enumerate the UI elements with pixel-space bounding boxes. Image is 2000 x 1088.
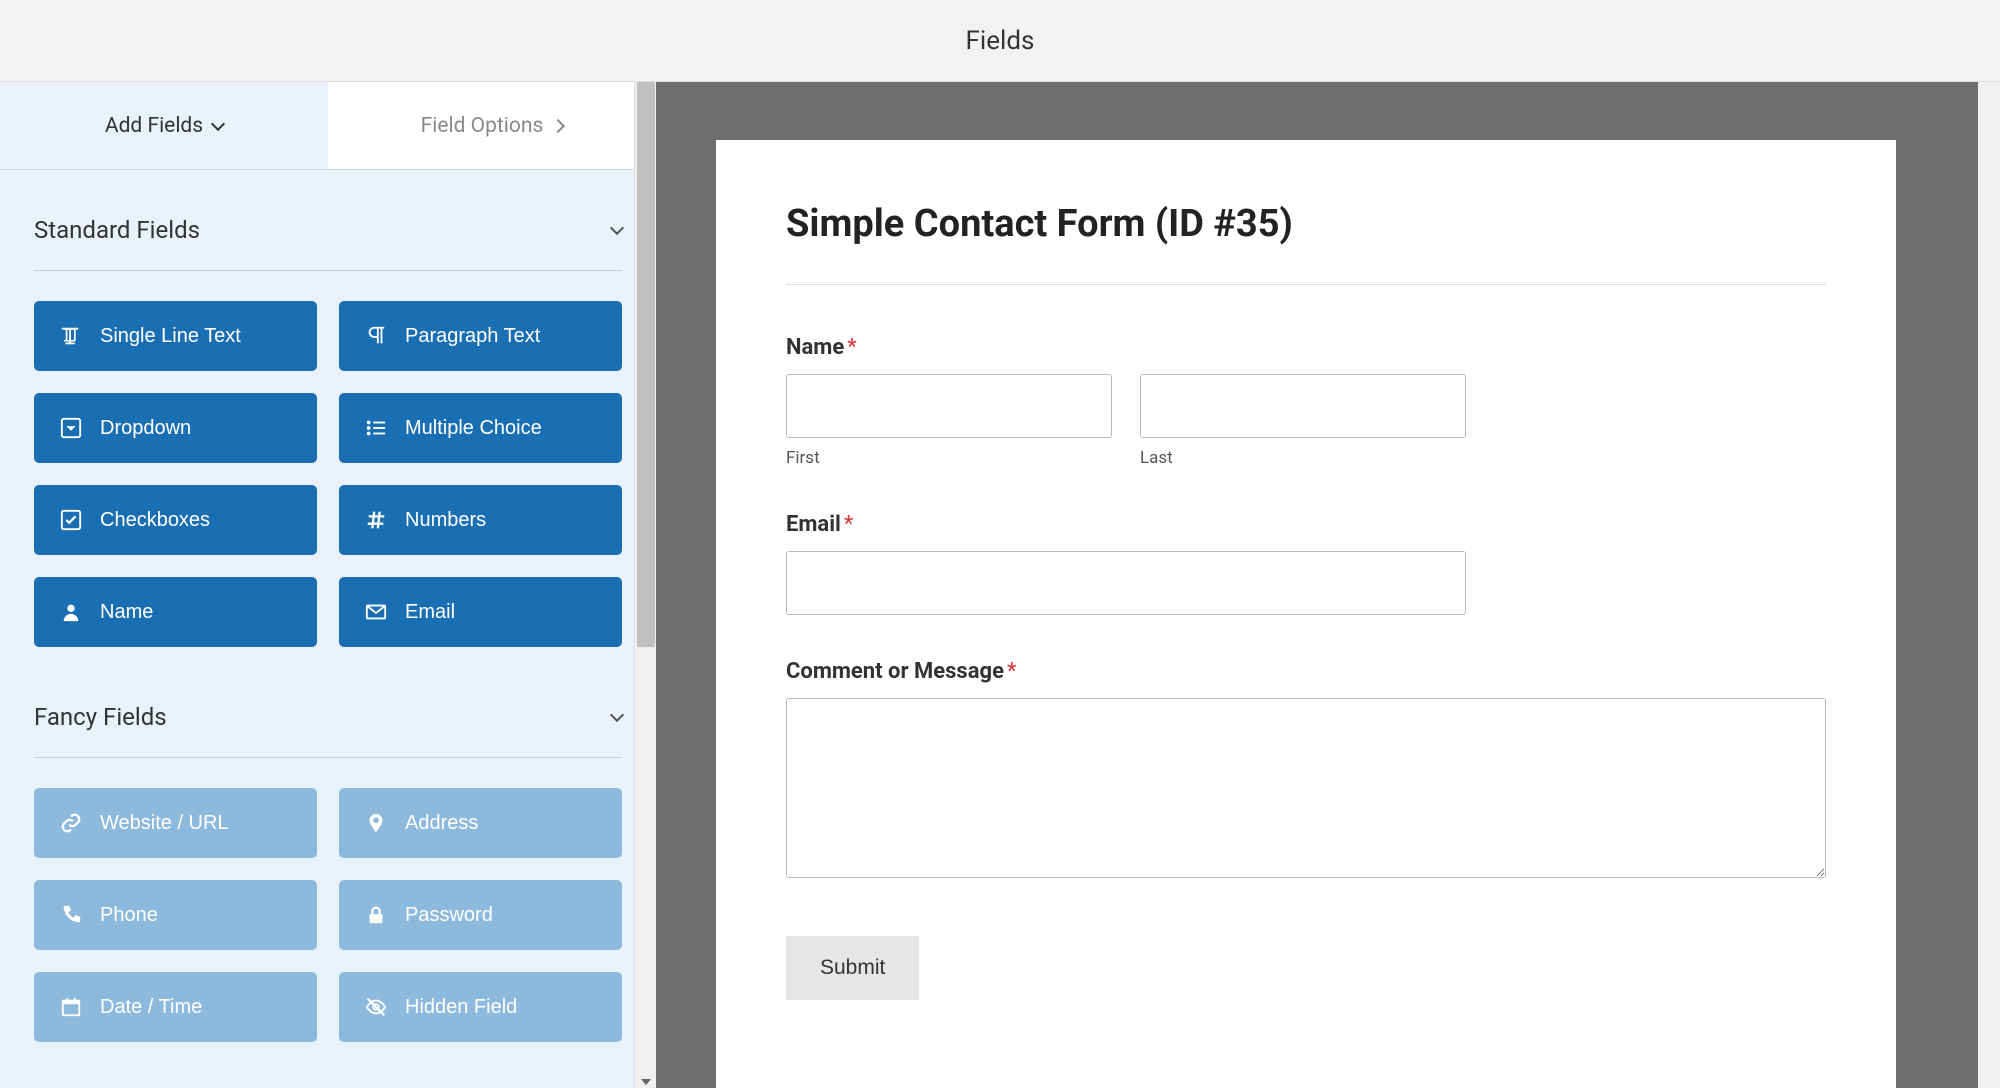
- map-marker-icon: [365, 812, 387, 834]
- field-website-url[interactable]: Website / URL: [34, 788, 317, 858]
- chevron-right-icon: [551, 118, 565, 132]
- field-dropdown[interactable]: Dropdown: [34, 393, 317, 463]
- field-multiple-choice[interactable]: Multiple Choice: [339, 393, 622, 463]
- user-icon: [60, 601, 82, 623]
- field-label: Hidden Field: [405, 996, 517, 1019]
- name-last-col: Last: [1140, 374, 1466, 468]
- chevron-down-icon: [610, 708, 624, 722]
- field-checkboxes[interactable]: Checkboxes: [34, 485, 317, 555]
- field-label: Name: [100, 601, 153, 624]
- preview-scrollbar[interactable]: [1978, 82, 2000, 1088]
- field-label: Email: [405, 601, 455, 624]
- preview-area: Simple Contact Form (ID #35) Name* First…: [656, 82, 2000, 1088]
- sidebar-content: Standard Fields Single Line Text Paragra…: [0, 170, 656, 1052]
- sidebar-tabs: Add Fields Field Options: [0, 82, 656, 170]
- paragraph-icon: [365, 325, 387, 347]
- hashtag-icon: [365, 509, 387, 531]
- section-title-standard: Standard Fields: [34, 216, 200, 244]
- name-label-text: Name: [786, 335, 844, 360]
- field-email[interactable]: Email: [339, 577, 622, 647]
- field-label: Date / Time: [100, 996, 202, 1019]
- form-card: Simple Contact Form (ID #35) Name* First…: [716, 140, 1896, 1088]
- section-title-fancy: Fancy Fields: [34, 703, 167, 731]
- standard-field-grid: Single Line Text Paragraph Text Dropdown…: [34, 271, 622, 657]
- email-label: Email*: [786, 512, 1826, 537]
- field-label: Address: [405, 812, 478, 835]
- field-label: Single Line Text: [100, 325, 241, 348]
- field-label: Phone: [100, 904, 158, 927]
- field-label: Password: [405, 904, 493, 927]
- required-marker: *: [844, 512, 853, 537]
- email-input[interactable]: [786, 551, 1466, 615]
- text-cursor-icon: [60, 325, 82, 347]
- required-marker: *: [1007, 659, 1016, 684]
- field-phone[interactable]: Phone: [34, 880, 317, 950]
- link-icon: [60, 812, 82, 834]
- caret-square-icon: [60, 417, 82, 439]
- header-title: Fields: [966, 26, 1035, 56]
- check-square-icon: [60, 509, 82, 531]
- last-name-input[interactable]: [1140, 374, 1466, 438]
- email-label-text: Email: [786, 512, 841, 537]
- field-label: Paragraph Text: [405, 325, 540, 348]
- section-header-standard[interactable]: Standard Fields: [34, 170, 622, 271]
- form-field-comment[interactable]: Comment or Message*: [786, 659, 1826, 882]
- first-sublabel: First: [786, 448, 1112, 468]
- submit-button[interactable]: Submit: [786, 936, 919, 1000]
- field-label: Numbers: [405, 509, 486, 532]
- field-label: Multiple Choice: [405, 417, 542, 440]
- sidebar-scrollbar-thumb[interactable]: [637, 82, 655, 647]
- envelope-icon: [365, 601, 387, 623]
- field-hidden-field[interactable]: Hidden Field: [339, 972, 622, 1042]
- sidebar-scrollbar[interactable]: [634, 82, 656, 1088]
- list-ul-icon: [365, 417, 387, 439]
- section-header-fancy[interactable]: Fancy Fields: [34, 657, 622, 758]
- name-first-col: First: [786, 374, 1112, 468]
- field-paragraph-text[interactable]: Paragraph Text: [339, 301, 622, 371]
- comment-textarea[interactable]: [786, 698, 1826, 878]
- chevron-down-icon: [610, 221, 624, 235]
- form-title: Simple Contact Form (ID #35): [786, 202, 1826, 285]
- name-label: Name*: [786, 335, 1826, 360]
- header: Fields: [0, 0, 2000, 82]
- first-name-input[interactable]: [786, 374, 1112, 438]
- chevron-down-icon: [211, 116, 225, 130]
- main: Add Fields Field Options Standard Fields…: [0, 82, 2000, 1088]
- phone-icon: [60, 904, 82, 926]
- name-row: First Last: [786, 374, 1826, 468]
- tab-add-fields[interactable]: Add Fields: [0, 82, 328, 169]
- tab-add-fields-label: Add Fields: [105, 114, 203, 138]
- field-password[interactable]: Password: [339, 880, 622, 950]
- field-numbers[interactable]: Numbers: [339, 485, 622, 555]
- required-marker: *: [847, 335, 856, 360]
- eye-slash-icon: [365, 996, 387, 1018]
- last-sublabel: Last: [1140, 448, 1466, 468]
- comment-label-text: Comment or Message: [786, 659, 1004, 684]
- field-label: Dropdown: [100, 417, 191, 440]
- tab-field-options[interactable]: Field Options: [328, 82, 656, 169]
- field-address[interactable]: Address: [339, 788, 622, 858]
- scrollbar-arrow-down-icon[interactable]: [641, 1079, 651, 1085]
- field-name[interactable]: Name: [34, 577, 317, 647]
- calendar-icon: [60, 996, 82, 1018]
- field-label: Website / URL: [100, 812, 229, 835]
- lock-icon: [365, 904, 387, 926]
- comment-label: Comment or Message*: [786, 659, 1826, 684]
- field-label: Checkboxes: [100, 509, 210, 532]
- field-single-line-text[interactable]: Single Line Text: [34, 301, 317, 371]
- form-field-name[interactable]: Name* First Last: [786, 335, 1826, 468]
- field-date-time[interactable]: Date / Time: [34, 972, 317, 1042]
- tab-field-options-label: Field Options: [421, 114, 544, 138]
- sidebar: Add Fields Field Options Standard Fields…: [0, 82, 656, 1088]
- fancy-field-grid: Website / URL Address Phone Password Dat…: [34, 758, 622, 1052]
- form-field-email[interactable]: Email*: [786, 512, 1826, 615]
